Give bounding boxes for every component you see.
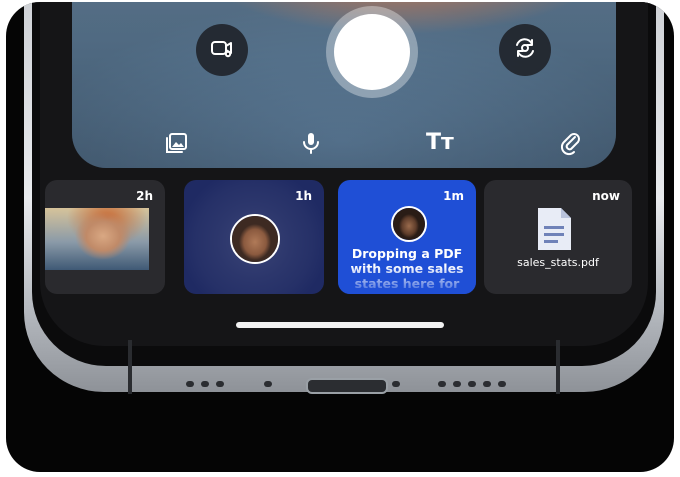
charging-port [306, 378, 388, 394]
document-icon [534, 206, 574, 252]
speaker-grille-hole [498, 381, 506, 387]
video-settings-icon [209, 35, 235, 65]
avatar [391, 206, 427, 242]
microphone-icon[interactable] [298, 130, 324, 156]
card-time: now [592, 189, 620, 203]
recent-file-card[interactable]: now sales_stats.pdf [484, 180, 632, 294]
speaker-grille-hole [201, 381, 209, 387]
microphone-hole [392, 381, 400, 387]
speaker-grille-hole [483, 381, 491, 387]
video-settings-button[interactable] [196, 24, 248, 76]
card-time: 1h [295, 189, 312, 203]
avatar [230, 214, 280, 264]
antenna-band [556, 340, 560, 394]
home-indicator[interactable] [236, 322, 444, 328]
screenshot-frame: Tт 2h 1h 1m Dropping a PDF with some [6, 2, 674, 472]
photo-thumbnail [45, 208, 149, 270]
paperclip-icon[interactable] [558, 130, 584, 156]
speaker-grille-hole [453, 381, 461, 387]
phone-screen: Tт 2h 1h 1m Dropping a PDF with some [40, 2, 648, 346]
speaker-grille-hole [438, 381, 446, 387]
card-time: 1m [443, 189, 464, 203]
shutter-button[interactable] [326, 6, 418, 98]
camera-viewfinder: Tт [72, 2, 616, 168]
microphone-hole [264, 381, 272, 387]
file-name: sales_stats.pdf [517, 256, 599, 269]
speaker-grille-hole [216, 381, 224, 387]
shutter-core [334, 14, 410, 90]
antenna-band [128, 340, 132, 394]
text-tool-button[interactable]: Tт [426, 130, 454, 155]
card-time: 2h [136, 189, 153, 203]
flip-camera-icon [512, 35, 538, 65]
flip-camera-button[interactable] [499, 24, 551, 76]
recent-audio-card[interactable]: 1h [184, 180, 324, 294]
speaker-grille-hole [468, 381, 476, 387]
speaker-grille-hole [186, 381, 194, 387]
recent-message-card[interactable]: 1m Dropping a PDF with some sales states… [338, 180, 476, 294]
gallery-icon[interactable] [164, 130, 190, 156]
